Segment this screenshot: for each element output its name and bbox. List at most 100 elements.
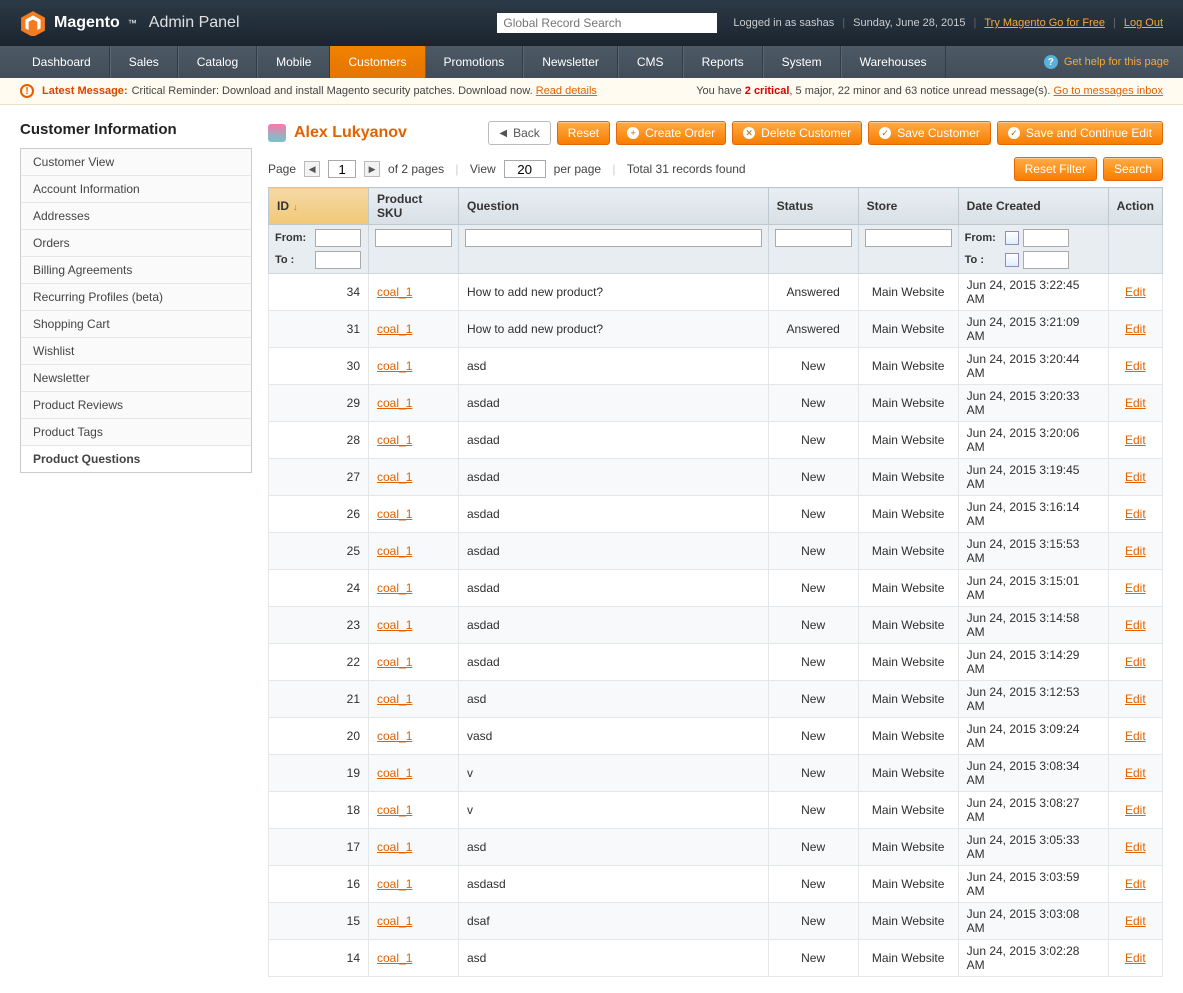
delete-customer-button[interactable]: ✕Delete Customer [732, 121, 862, 145]
search-button[interactable]: Search [1103, 157, 1163, 181]
help-link[interactable]: ? Get help for this page [1044, 46, 1169, 78]
edit-link[interactable]: Edit [1125, 655, 1146, 669]
sku-link[interactable]: coal_1 [377, 951, 412, 965]
table-row[interactable]: 31coal_1How to add new product?AnsweredM… [269, 311, 1163, 348]
sku-link[interactable]: coal_1 [377, 803, 412, 817]
table-row[interactable]: 25coal_1asdadNewMain WebsiteJun 24, 2015… [269, 533, 1163, 570]
sidebar-item-newsletter[interactable]: Newsletter [21, 365, 251, 392]
sidebar-item-product-questions[interactable]: Product Questions [21, 446, 251, 472]
col-header-sku[interactable]: Product SKU [369, 188, 459, 225]
nav-item-sales[interactable]: Sales [110, 46, 178, 78]
col-header-date[interactable]: Date Created [958, 188, 1108, 225]
table-row[interactable]: 34coal_1How to add new product?AnsweredM… [269, 274, 1163, 311]
nav-item-warehouses[interactable]: Warehouses [841, 46, 946, 78]
sku-link[interactable]: coal_1 [377, 914, 412, 928]
nav-item-reports[interactable]: Reports [683, 46, 763, 78]
edit-link[interactable]: Edit [1125, 914, 1146, 928]
edit-link[interactable]: Edit [1125, 840, 1146, 854]
nav-item-customers[interactable]: Customers [330, 46, 424, 78]
filter-id-from[interactable] [315, 229, 361, 247]
sku-link[interactable]: coal_1 [377, 618, 412, 632]
sidebar-item-product-reviews[interactable]: Product Reviews [21, 392, 251, 419]
sku-link[interactable]: coal_1 [377, 655, 412, 669]
filter-sku[interactable] [375, 229, 452, 247]
reset-filter-button[interactable]: Reset Filter [1014, 157, 1097, 181]
perpage-input[interactable] [504, 160, 546, 178]
table-row[interactable]: 17coal_1asdNewMain WebsiteJun 24, 2015 3… [269, 829, 1163, 866]
table-row[interactable]: 19coal_1vNewMain WebsiteJun 24, 2015 3:0… [269, 755, 1163, 792]
edit-link[interactable]: Edit [1125, 396, 1146, 410]
filter-date-to[interactable] [1023, 251, 1069, 269]
sidebar-item-recurring-profiles-beta-[interactable]: Recurring Profiles (beta) [21, 284, 251, 311]
sidebar-item-wishlist[interactable]: Wishlist [21, 338, 251, 365]
table-row[interactable]: 16coal_1asdasdNewMain WebsiteJun 24, 201… [269, 866, 1163, 903]
sidebar-item-billing-agreements[interactable]: Billing Agreements [21, 257, 251, 284]
nav-item-cms[interactable]: CMS [618, 46, 683, 78]
edit-link[interactable]: Edit [1125, 581, 1146, 595]
page-input[interactable] [328, 160, 356, 178]
table-row[interactable]: 23coal_1asdadNewMain WebsiteJun 24, 2015… [269, 607, 1163, 644]
edit-link[interactable]: Edit [1125, 803, 1146, 817]
table-row[interactable]: 28coal_1asdadNewMain WebsiteJun 24, 2015… [269, 422, 1163, 459]
table-row[interactable]: 26coal_1asdadNewMain WebsiteJun 24, 2015… [269, 496, 1163, 533]
save-customer-button[interactable]: ✓Save Customer [868, 121, 991, 145]
sku-link[interactable]: coal_1 [377, 544, 412, 558]
col-header-store[interactable]: Store [858, 188, 958, 225]
edit-link[interactable]: Edit [1125, 285, 1146, 299]
sku-link[interactable]: coal_1 [377, 692, 412, 706]
edit-link[interactable]: Edit [1125, 766, 1146, 780]
sidebar-item-account-information[interactable]: Account Information [21, 176, 251, 203]
save-continue-button[interactable]: ✓Save and Continue Edit [997, 121, 1163, 145]
table-row[interactable]: 27coal_1asdadNewMain WebsiteJun 24, 2015… [269, 459, 1163, 496]
edit-link[interactable]: Edit [1125, 507, 1146, 521]
col-header-question[interactable]: Question [459, 188, 769, 225]
sku-link[interactable]: coal_1 [377, 766, 412, 780]
calendar-icon[interactable] [1005, 231, 1019, 245]
logout-link[interactable]: Log Out [1124, 17, 1163, 29]
filter-store[interactable] [865, 229, 952, 247]
sku-link[interactable]: coal_1 [377, 877, 412, 891]
sku-link[interactable]: coal_1 [377, 470, 412, 484]
nav-item-catalog[interactable]: Catalog [178, 46, 257, 78]
messages-inbox-link[interactable]: Go to messages inbox [1054, 85, 1163, 97]
filter-date-from[interactable] [1023, 229, 1069, 247]
edit-link[interactable]: Edit [1125, 322, 1146, 336]
sidebar-item-orders[interactable]: Orders [21, 230, 251, 257]
try-magento-link[interactable]: Try Magento Go for Free [984, 17, 1105, 29]
sku-link[interactable]: coal_1 [377, 396, 412, 410]
back-button[interactable]: ◀Back [488, 121, 550, 145]
table-row[interactable]: 22coal_1asdadNewMain WebsiteJun 24, 2015… [269, 644, 1163, 681]
sidebar-item-shopping-cart[interactable]: Shopping Cart [21, 311, 251, 338]
nav-item-system[interactable]: System [763, 46, 841, 78]
sidebar-item-customer-view[interactable]: Customer View [21, 149, 251, 176]
sku-link[interactable]: coal_1 [377, 322, 412, 336]
edit-link[interactable]: Edit [1125, 729, 1146, 743]
edit-link[interactable]: Edit [1125, 618, 1146, 632]
table-row[interactable]: 14coal_1asdNewMain WebsiteJun 24, 2015 3… [269, 940, 1163, 977]
global-search-input[interactable] [497, 13, 717, 33]
sidebar-item-product-tags[interactable]: Product Tags [21, 419, 251, 446]
sku-link[interactable]: coal_1 [377, 433, 412, 447]
col-header-status[interactable]: Status [768, 188, 858, 225]
table-row[interactable]: 15coal_1dsafNewMain WebsiteJun 24, 2015 … [269, 903, 1163, 940]
table-row[interactable]: 29coal_1asdadNewMain WebsiteJun 24, 2015… [269, 385, 1163, 422]
edit-link[interactable]: Edit [1125, 359, 1146, 373]
table-row[interactable]: 30coal_1asdNewMain WebsiteJun 24, 2015 3… [269, 348, 1163, 385]
next-page-button[interactable]: ▶ [364, 161, 380, 177]
logo[interactable]: Magento™ Admin Panel [20, 10, 240, 36]
calendar-icon[interactable] [1005, 253, 1019, 267]
sidebar-item-addresses[interactable]: Addresses [21, 203, 251, 230]
table-row[interactable]: 18coal_1vNewMain WebsiteJun 24, 2015 3:0… [269, 792, 1163, 829]
table-row[interactable]: 21coal_1asdNewMain WebsiteJun 24, 2015 3… [269, 681, 1163, 718]
edit-link[interactable]: Edit [1125, 433, 1146, 447]
nav-item-mobile[interactable]: Mobile [257, 46, 330, 78]
table-row[interactable]: 24coal_1asdadNewMain WebsiteJun 24, 2015… [269, 570, 1163, 607]
filter-id-to[interactable] [315, 251, 361, 269]
create-order-button[interactable]: +Create Order [616, 121, 726, 145]
edit-link[interactable]: Edit [1125, 470, 1146, 484]
reset-button[interactable]: Reset [557, 121, 610, 145]
edit-link[interactable]: Edit [1125, 951, 1146, 965]
read-details-link[interactable]: Read details [536, 85, 597, 97]
sku-link[interactable]: coal_1 [377, 359, 412, 373]
table-row[interactable]: 20coal_1vasdNewMain WebsiteJun 24, 2015 … [269, 718, 1163, 755]
